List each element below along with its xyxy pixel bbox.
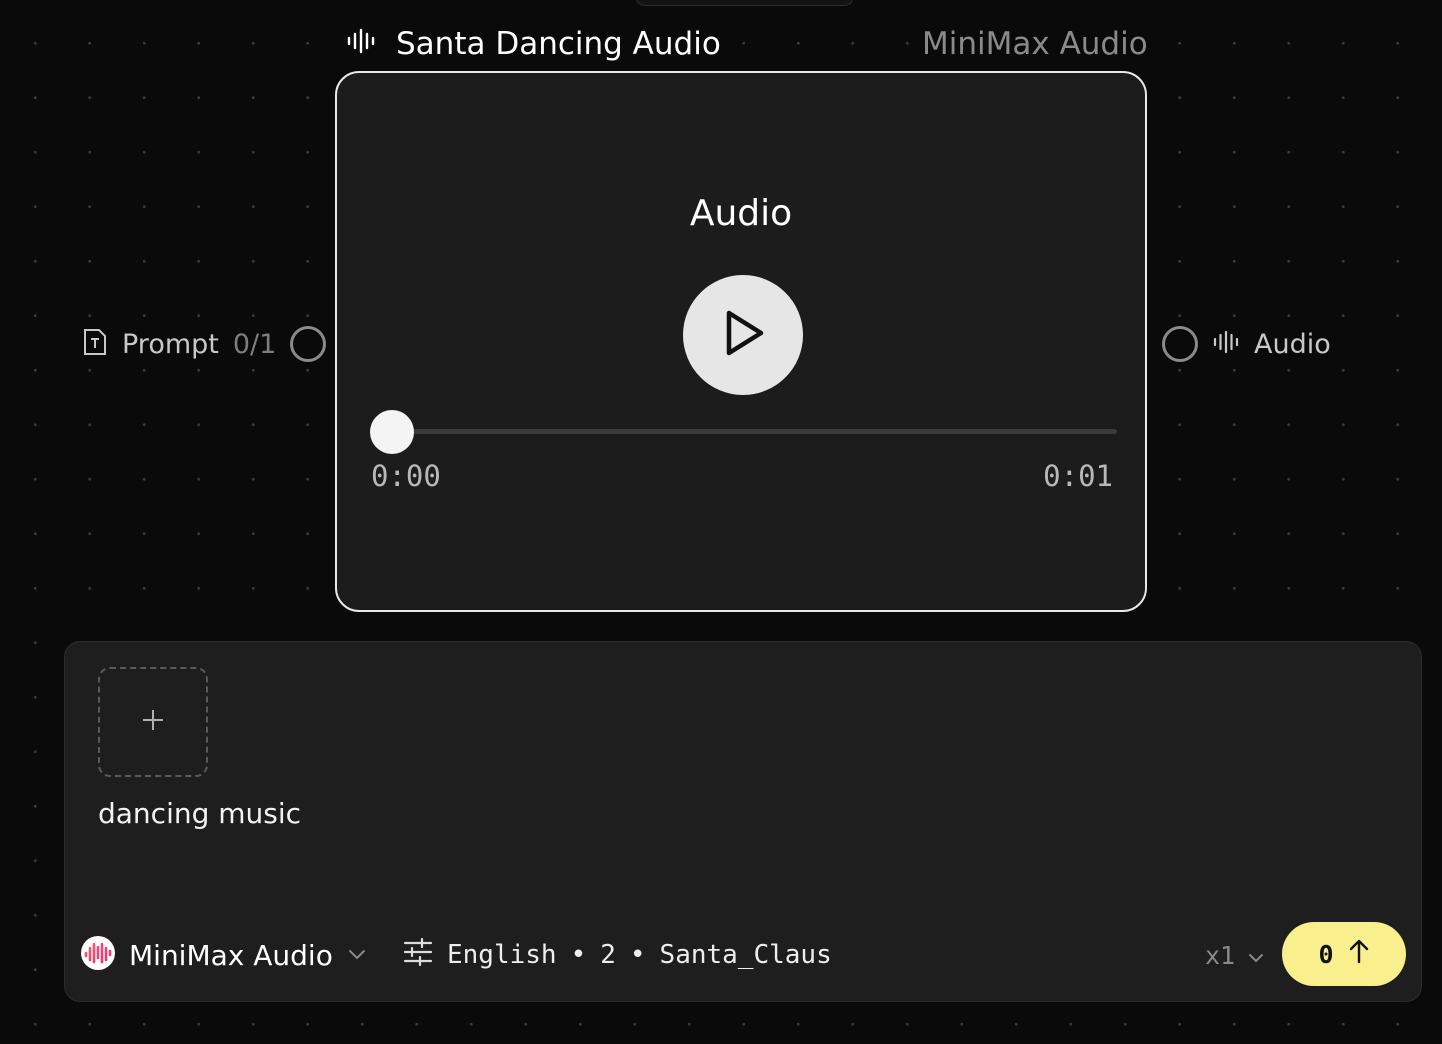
- play-icon: [719, 307, 767, 363]
- node-header: Santa Dancing Audio: [346, 24, 729, 64]
- setting-count: 2: [600, 940, 616, 970]
- panel-toolbar: MiniMax Audio English • 2 • Santa_Claus …: [81, 922, 1406, 988]
- waveform-icon: [346, 26, 376, 62]
- plus-icon: [140, 707, 166, 737]
- output-port-connector[interactable]: [1162, 326, 1198, 362]
- minimax-logo-icon: [81, 936, 115, 974]
- play-button[interactable]: [683, 275, 803, 395]
- settings-summary[interactable]: English • 2 • Santa_Claus: [403, 936, 832, 974]
- current-time: 0:00: [371, 459, 441, 493]
- audio-progress-track[interactable]: [392, 429, 1117, 434]
- setting-separator: •: [570, 940, 587, 970]
- chevron-down-icon: [1247, 941, 1265, 970]
- input-port-label: Prompt: [122, 328, 219, 360]
- output-port-audio: Audio: [1162, 322, 1335, 366]
- add-media-button[interactable]: [98, 667, 208, 777]
- node-title[interactable]: Santa Dancing Audio: [396, 26, 721, 62]
- top-handle: [635, 0, 854, 6]
- duration-time: 0:01: [1043, 459, 1113, 493]
- multiplier-value: x1: [1205, 940, 1236, 970]
- prompt-panel: dancing music MiniMax Audio English • 2 …: [64, 641, 1422, 1002]
- run-button[interactable]: 0: [1282, 922, 1406, 986]
- audio-progress-thumb[interactable]: [370, 410, 414, 454]
- text-icon: [82, 328, 108, 360]
- prompt-input[interactable]: dancing music: [98, 797, 301, 830]
- model-selector[interactable]: MiniMax Audio: [81, 936, 367, 974]
- audio-node-card[interactable]: Audio 0:00 0:01: [335, 71, 1147, 612]
- input-port-connector[interactable]: [290, 326, 327, 362]
- sliders-icon: [403, 937, 433, 973]
- run-cost: 0: [1318, 939, 1334, 969]
- run-multiplier-select[interactable]: x1: [1205, 936, 1265, 974]
- input-port-count: 0/1: [232, 328, 277, 360]
- output-port-label: Audio: [1254, 328, 1331, 360]
- audio-output-label: Audio: [689, 193, 793, 234]
- input-port-prompt: Prompt 0/1: [82, 322, 331, 366]
- node-model-label: MiniMax Audio: [918, 24, 1152, 64]
- waveform-icon: [1212, 330, 1240, 358]
- chevron-down-icon: [347, 946, 367, 965]
- setting-language: English: [447, 940, 557, 970]
- arrow-up-icon: [1348, 938, 1370, 970]
- setting-voice: Santa_Claus: [659, 940, 832, 970]
- setting-separator: •: [629, 940, 646, 970]
- model-name: MiniMax Audio: [129, 938, 333, 972]
